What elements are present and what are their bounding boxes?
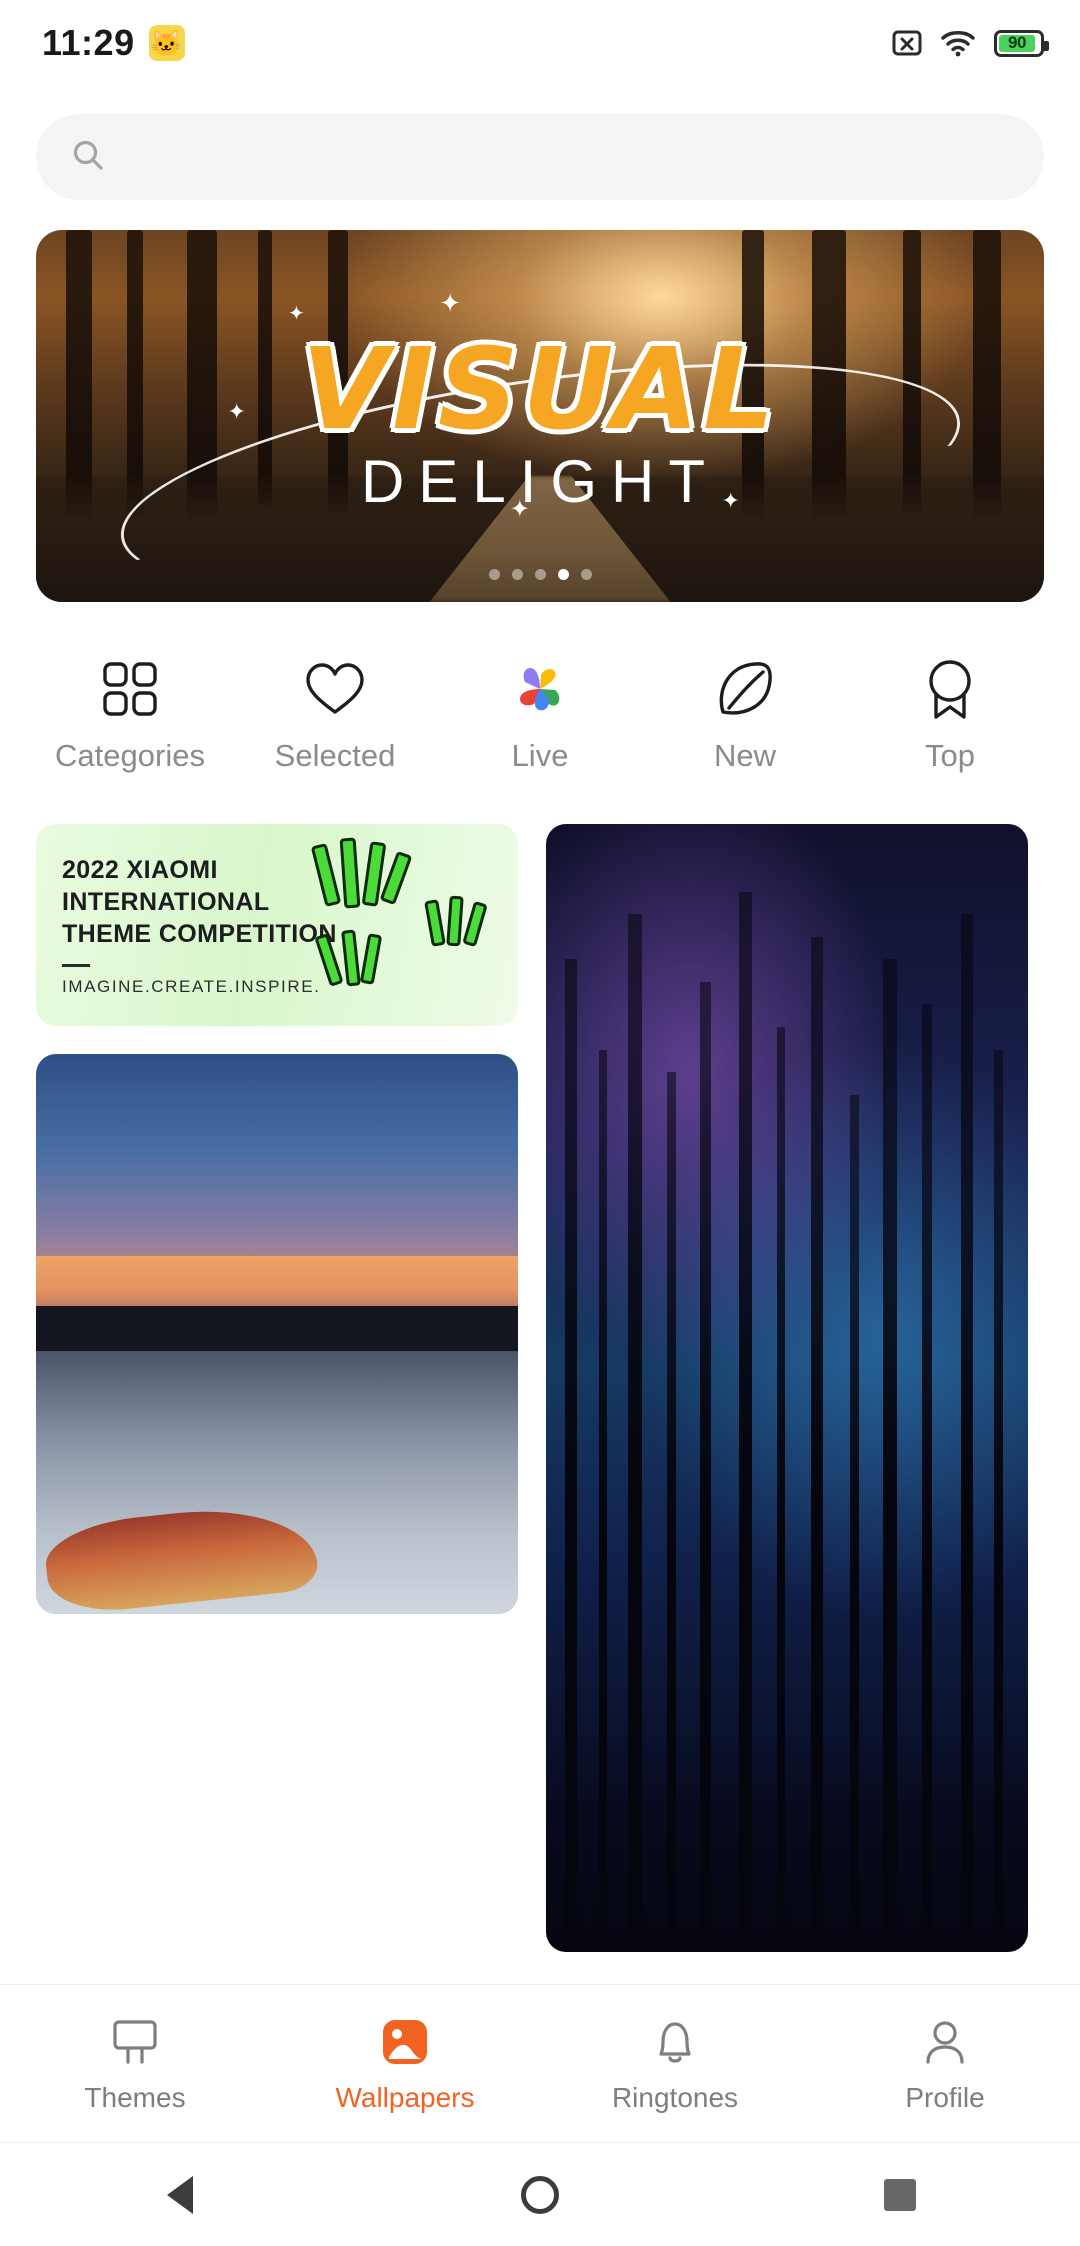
category-nav: Categories Selected Live New Top <box>0 602 1080 774</box>
category-item-selected[interactable]: Selected <box>251 658 419 774</box>
wallpaper-grid: 2022 XIAOMI INTERNATIONAL THEME COMPETIT… <box>0 774 1080 1984</box>
status-clock: 11:29 <box>42 22 135 63</box>
leaf-icon <box>715 658 775 720</box>
nav-item-themes[interactable]: Themes <box>35 2014 235 2114</box>
lake-kayak-wallpaper[interactable] <box>36 1054 518 1614</box>
category-item-top[interactable]: Top <box>866 658 1034 774</box>
pinwheel-color-icon <box>511 658 569 720</box>
search-icon <box>70 137 106 178</box>
status-bar: 11:29 🐱 90 <box>0 0 1080 86</box>
nav-label: Wallpapers <box>335 2081 475 2113</box>
grid-column-right <box>546 824 1028 1984</box>
banner-title-group: VISUAL DELIGHT <box>36 334 1044 512</box>
grid-four-icon <box>99 658 161 720</box>
status-bar-right: 90 <box>892 28 1049 58</box>
square-recents-icon <box>884 2178 916 2211</box>
grid-column-left: 2022 XIAOMI INTERNATIONAL THEME COMPETIT… <box>36 824 518 1984</box>
category-label: Selected <box>274 738 396 773</box>
heart-icon <box>303 658 367 720</box>
featured-banner[interactable]: ✦ ✦ ✦ ✦ ✦ VISUAL DELIGHT <box>36 230 1044 602</box>
promo-artwork <box>300 837 510 1018</box>
search-input[interactable] <box>126 140 1010 174</box>
promo-divider <box>62 964 90 967</box>
circle-home-icon <box>521 2175 559 2214</box>
bell-icon <box>650 2014 700 2070</box>
battery-icon: 90 <box>994 29 1049 57</box>
sparkle-icon: ✦ <box>439 287 461 318</box>
app-screen: 11:29 🐱 90 ✦ ✦ ✦ ✦ ✦ VISUAL DELIGHT Cate… <box>0 0 1080 2246</box>
category-item-categories[interactable]: Categories <box>46 658 214 774</box>
theme-competition-promo-card[interactable]: 2022 XIAOMI INTERNATIONAL THEME COMPETIT… <box>36 824 518 1026</box>
wallpapers-icon <box>378 2014 432 2070</box>
ribbon-badge-icon <box>924 658 976 720</box>
night-forest-wallpaper[interactable] <box>546 824 1028 1952</box>
wifi-icon <box>940 28 976 58</box>
triangle-back-icon <box>167 2175 193 2214</box>
category-label: New <box>713 738 776 773</box>
status-bar-left: 11:29 🐱 <box>42 22 185 64</box>
banner-title-primary: VISUAL <box>301 325 779 456</box>
back-button[interactable] <box>120 2143 240 2246</box>
nav-item-wallpapers[interactable]: Wallpapers <box>305 2014 505 2114</box>
category-label: Categories <box>55 738 205 773</box>
nav-item-profile[interactable]: Profile <box>845 2014 1045 2114</box>
search-bar[interactable] <box>36 114 1044 200</box>
nav-label: Profile <box>905 2081 985 2113</box>
category-item-live[interactable]: Live <box>456 658 624 774</box>
banner-dot[interactable] <box>534 569 546 580</box>
banner-section: ✦ ✦ ✦ ✦ ✦ VISUAL DELIGHT <box>0 200 1080 602</box>
recents-button[interactable] <box>840 2143 960 2246</box>
bottom-navigation: Themes Wallpapers Ringtones Profile <box>0 1984 1080 2142</box>
search-section <box>0 86 1080 200</box>
emoji-notification-icon: 🐱 <box>148 25 185 61</box>
person-icon <box>920 2014 970 2070</box>
nav-item-ringtones[interactable]: Ringtones <box>575 2014 775 2114</box>
banner-dot[interactable] <box>511 569 523 580</box>
banner-pagination-dots[interactable] <box>36 569 1044 580</box>
themes-icon <box>109 2014 161 2070</box>
home-button[interactable] <box>480 2143 600 2246</box>
battery-percent-label: 90 <box>1008 33 1026 52</box>
banner-title-secondary: DELIGHT <box>360 448 720 516</box>
emoji-glyph: 🐱 <box>150 28 183 58</box>
sparkle-icon: ✦ <box>288 303 305 326</box>
category-label: Live <box>511 738 569 773</box>
category-label: Top <box>925 738 975 773</box>
system-navigation-bar <box>0 2142 1080 2246</box>
banner-dot-active[interactable] <box>557 569 569 580</box>
banner-dot[interactable] <box>488 569 500 580</box>
nav-label: Ringtones <box>611 2081 739 2113</box>
nav-label: Themes <box>84 2081 186 2113</box>
banner-dot[interactable] <box>580 569 592 580</box>
category-item-new[interactable]: New <box>661 658 829 774</box>
battery-fill: 90 <box>999 33 1035 52</box>
x-box-icon <box>892 28 922 58</box>
